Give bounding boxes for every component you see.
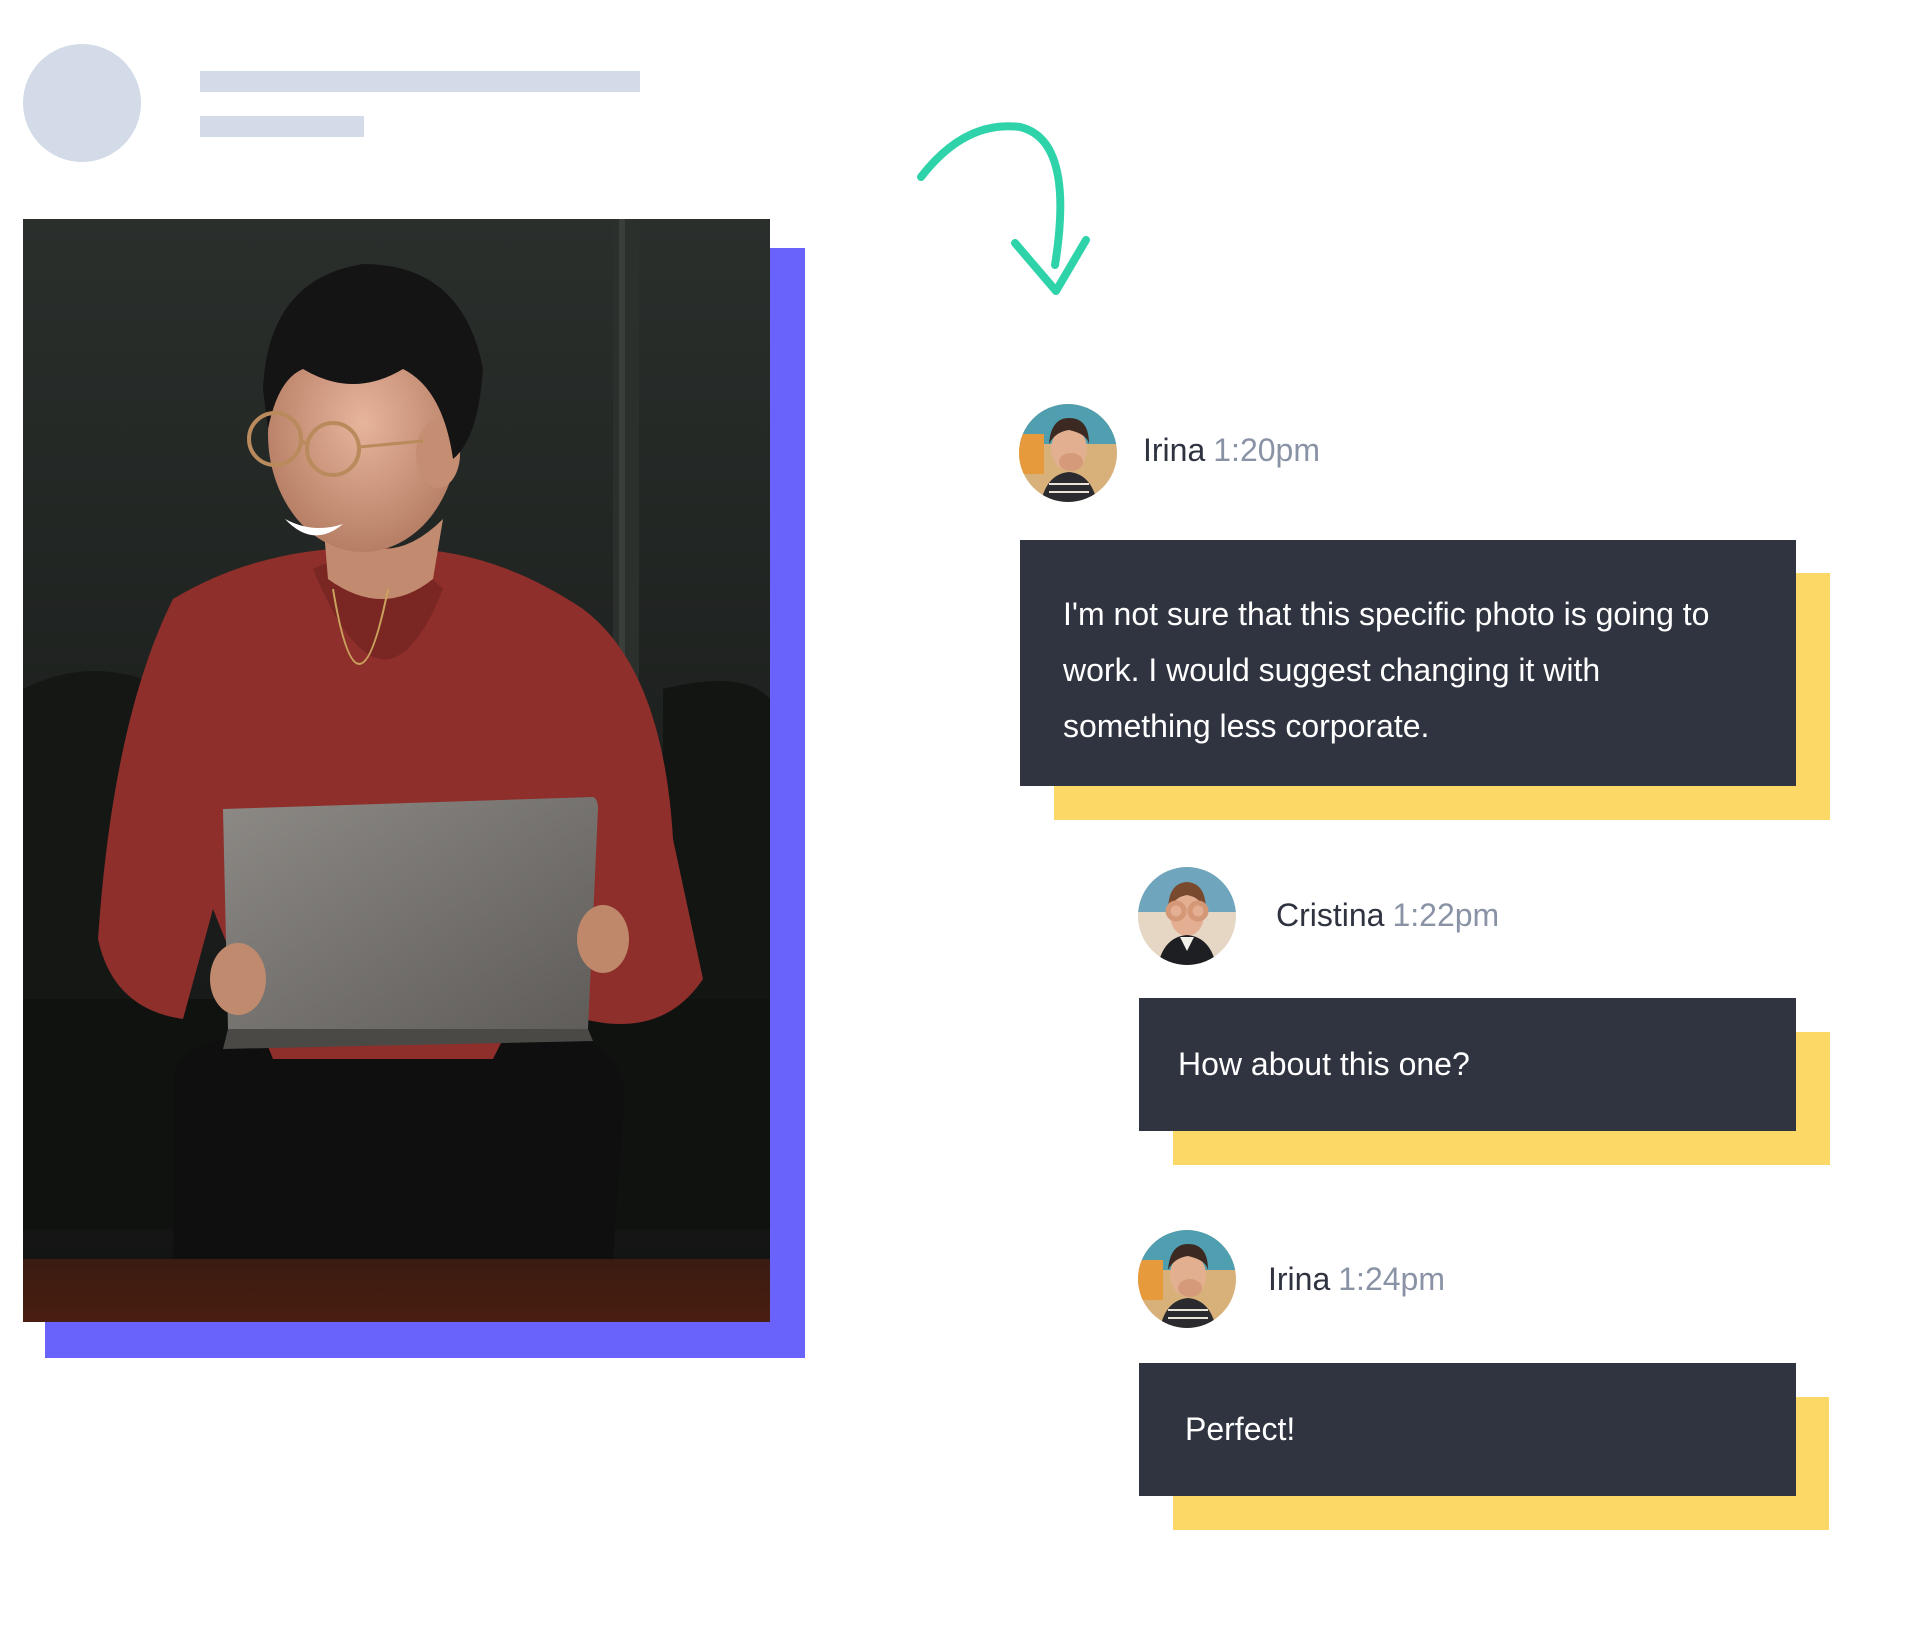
sender-name[interactable]: Cristina — [1276, 897, 1384, 933]
message-text: I'm not sure that this specific photo is… — [1063, 596, 1710, 744]
curved-arrow-down-icon — [917, 122, 1090, 295]
message-time: 1:24pm — [1338, 1261, 1445, 1297]
message-bubble[interactable]: Perfect! — [1139, 1363, 1796, 1496]
skeleton-avatar — [23, 44, 141, 162]
sender-name[interactable]: Irina — [1268, 1261, 1330, 1297]
message-header: Irina 1:20pm — [1143, 430, 1320, 470]
avatar-cristina[interactable] — [1138, 867, 1236, 965]
avatar-irina-image — [1019, 404, 1117, 502]
message-time: 1:20pm — [1213, 432, 1320, 468]
avatar-cristina-image — [1138, 867, 1236, 965]
message-bubble[interactable]: I'm not sure that this specific photo is… — [1020, 540, 1796, 786]
message-time: 1:22pm — [1392, 897, 1500, 933]
message-header: Irina 1:24pm — [1268, 1259, 1445, 1299]
skeleton-subtitle-line — [200, 116, 364, 137]
message-text: Perfect! — [1185, 1411, 1296, 1447]
message-bubble[interactable]: How about this one? — [1139, 998, 1796, 1131]
skeleton-title-line — [200, 71, 640, 92]
message-header: Cristina 1:22pm — [1276, 895, 1499, 935]
avatar-irina[interactable] — [1019, 404, 1117, 502]
message-text: How about this one? — [1178, 1046, 1470, 1082]
avatar-irina-image — [1138, 1230, 1236, 1328]
post-photo-illustration — [23, 219, 770, 1322]
avatar-irina[interactable] — [1138, 1230, 1236, 1328]
sender-name[interactable]: Irina — [1143, 432, 1205, 468]
post-photo[interactable] — [23, 219, 770, 1322]
